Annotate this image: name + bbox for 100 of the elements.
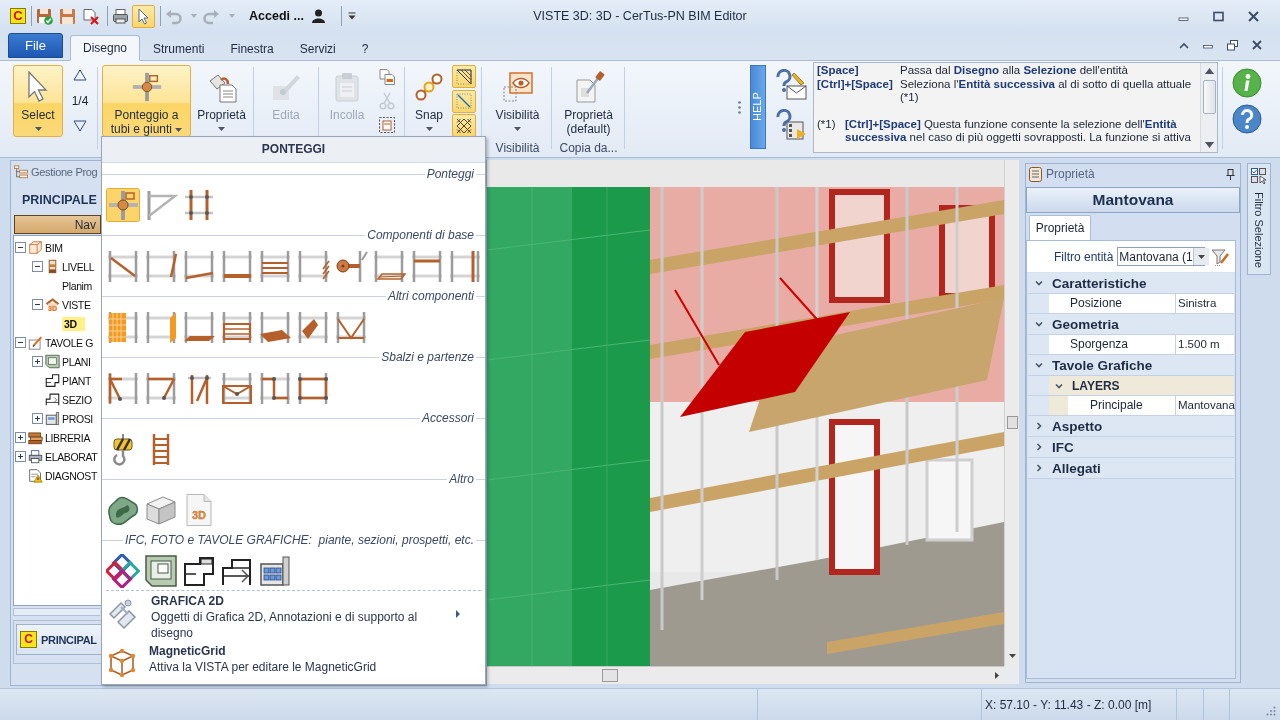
wireframe-cube-icon[interactable] (108, 648, 136, 678)
floor-plan-icon[interactable] (182, 554, 216, 588)
tree-item[interactable]: Planim (62, 278, 92, 293)
close-document-icon[interactable] (82, 7, 99, 25)
ribbon-tab[interactable]: Disegno (70, 35, 141, 61)
scaffold-dropdown-button[interactable]: Ponteggio a tubi e giunti (102, 65, 191, 137)
filter-selection-tab[interactable]: Filtro Selezione (1247, 163, 1271, 275)
maximize-icon[interactable] (1213, 10, 1224, 22)
snap-toggle-button[interactable] (452, 65, 476, 88)
sloped-deck-icon[interactable] (258, 310, 292, 344)
minus-box-icon[interactable] (32, 299, 43, 310)
printer-icon[interactable] (112, 7, 129, 25)
triangle-up-icon[interactable] (73, 69, 87, 81)
chevron-right-icon[interactable] (1035, 464, 1043, 472)
tree-item[interactable]: PROSI (62, 411, 93, 426)
tree-item[interactable]: SEZIO (62, 392, 92, 407)
vertical-scrollbar[interactable] (1200, 63, 1217, 152)
app-logo-icon[interactable]: C (10, 8, 26, 24)
category-header[interactable]: Aspetto (1028, 416, 1234, 437)
side-brace-icon[interactable] (144, 249, 178, 283)
tree-item[interactable]: BIM (45, 240, 63, 255)
save-check-icon[interactable] (36, 7, 53, 25)
pin-icon[interactable] (1226, 168, 1235, 180)
deck-frame-icon[interactable] (372, 249, 406, 283)
navigator-button[interactable]: Nav (14, 215, 101, 234)
properties-button[interactable]: Proprietà (194, 65, 249, 137)
filter-edit-icon[interactable] (1211, 247, 1230, 266)
property-value[interactable]: Sinistra (1176, 294, 1234, 313)
scroll-thumb[interactable] (1202, 80, 1216, 114)
plus-box-icon[interactable] (15, 451, 26, 462)
standard-tube-icon[interactable] (448, 249, 482, 283)
category-header[interactable]: IFC (1028, 437, 1234, 458)
ribbon-tab[interactable]: Finestra (217, 36, 287, 61)
plus-box-icon[interactable] (32, 356, 43, 367)
panel-tab[interactable]: Proprietà (1029, 215, 1091, 241)
triangle-down-icon[interactable] (73, 120, 87, 132)
scroll-up-icon[interactable] (1204, 68, 1214, 74)
platform-icon[interactable] (182, 310, 216, 344)
ledger-icon[interactable] (410, 249, 444, 283)
guardrail-icon[interactable] (258, 249, 292, 283)
truss-icon[interactable] (334, 310, 368, 344)
project-tab[interactable]: C PRINCIPAL (16, 624, 102, 655)
default-properties-button[interactable]: Proprietà (default) (556, 65, 621, 137)
cantilever-bracket-icon[interactable] (106, 371, 140, 405)
tree-item[interactable]: DIAGNOST (45, 468, 98, 483)
chevron-right-icon[interactable] (1035, 422, 1043, 430)
safety-net-icon[interactable] (106, 310, 140, 344)
visibility-button[interactable]: Visibilità (488, 65, 547, 137)
chevron-down-icon[interactable] (1035, 361, 1043, 369)
restore-icon[interactable] (1227, 39, 1238, 51)
railing-frame-icon[interactable] (220, 310, 254, 344)
ribbon-tab[interactable]: Strumenti (140, 36, 218, 61)
frame-bay-icon[interactable] (296, 371, 330, 405)
bridging-truss-icon[interactable] (220, 371, 254, 405)
close-icon[interactable] (1248, 10, 1259, 22)
category-header[interactable]: Allegati (1028, 458, 1234, 479)
tree-item[interactable]: VISTE (62, 297, 91, 312)
plan-brace-icon[interactable] (182, 249, 216, 283)
entity-filter-combobox[interactable]: Mantovana (1 (1117, 247, 1206, 266)
collapse-ribbon-icon[interactable] (1179, 41, 1189, 49)
diagonal-brace-icon[interactable] (106, 249, 140, 283)
tree-item[interactable]: PLANI (62, 354, 91, 369)
copy-icon[interactable] (378, 68, 396, 86)
file-tab[interactable]: File (8, 33, 63, 58)
paste-special-icon[interactable] (378, 116, 396, 134)
side-board-icon[interactable] (296, 249, 330, 283)
tree-item[interactable]: 3D (62, 316, 85, 331)
snap-toggle-button[interactable] (452, 114, 476, 137)
side-net-icon[interactable] (144, 310, 178, 344)
help-icon[interactable] (1232, 104, 1262, 134)
help-mail-icon[interactable] (774, 69, 808, 101)
scaffold-frame-icon[interactable] (182, 188, 216, 222)
subcategory-header[interactable]: LAYERS (1049, 376, 1234, 395)
ribbon-tab[interactable]: Servizi (286, 36, 349, 61)
step-frame-icon[interactable] (258, 371, 292, 405)
scroll-down-icon[interactable] (1008, 654, 1016, 658)
elevation-icon[interactable] (258, 554, 292, 588)
interlocking-squares-icon[interactable] (106, 554, 140, 588)
ribbon-tab[interactable]: ? (348, 36, 382, 61)
customize-toolbar-icon[interactable] (347, 12, 356, 20)
horizontal-scrollbar[interactable] (487, 666, 1004, 684)
select-mode-button[interactable] (132, 4, 155, 28)
scroll-right-icon[interactable] (995, 672, 999, 679)
login-link[interactable]: Accedi ... (249, 9, 304, 23)
user-silhouette-icon[interactable] (311, 9, 325, 23)
scroll-down-icon[interactable] (1204, 142, 1214, 148)
menu-item-title[interactable]: MagneticGrid (149, 644, 226, 659)
cube-icon[interactable] (144, 493, 178, 527)
minus-box-icon[interactable] (32, 261, 43, 272)
resize-grip-icon[interactable] (1266, 706, 1276, 716)
select-button[interactable]: Select (13, 65, 63, 137)
minus-box-icon[interactable] (15, 242, 26, 253)
chevron-right-icon[interactable] (1035, 443, 1043, 451)
close-icon[interactable] (1252, 40, 1262, 50)
outrigger-icon[interactable] (144, 371, 178, 405)
snap-button[interactable]: Snap (408, 65, 450, 137)
chevron-down-icon[interactable] (1035, 320, 1043, 328)
scroll-thumb[interactable] (1006, 416, 1018, 429)
vertical-scrollbar[interactable] (1004, 160, 1019, 666)
tube-coupler-icon[interactable] (106, 188, 140, 222)
